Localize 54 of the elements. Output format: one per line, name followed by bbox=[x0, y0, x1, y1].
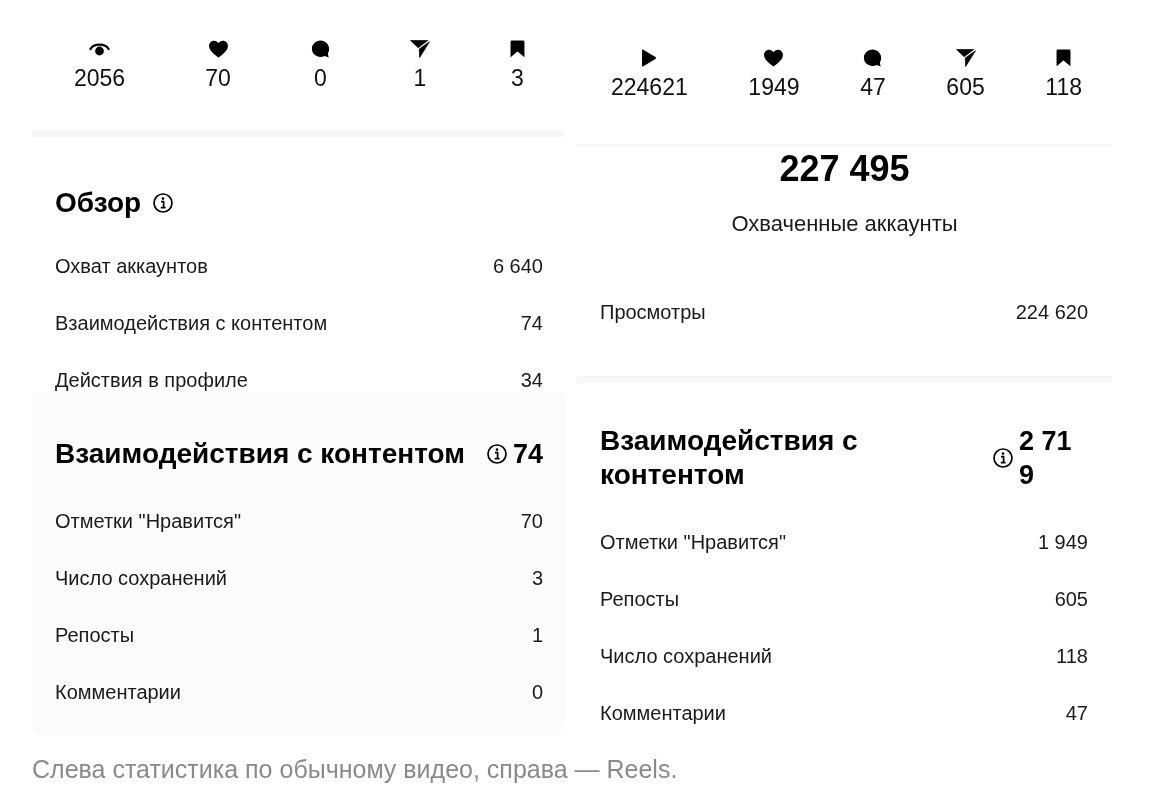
row-value: 3 bbox=[531, 566, 543, 590]
section-total: 2 719 bbox=[1019, 425, 1073, 492]
bookmark-icon bbox=[1056, 49, 1072, 67]
stat-value: 1949 bbox=[748, 74, 800, 100]
row-value: 34 bbox=[520, 368, 543, 392]
speech-bubble-icon bbox=[310, 40, 330, 58]
row-value: 6 640 bbox=[492, 254, 543, 278]
row-label: Комментарии bbox=[55, 680, 181, 704]
speech-bubble-icon bbox=[863, 49, 883, 67]
stat-value: 224621 bbox=[611, 74, 688, 100]
section-title: Взаимодействия с контентом bbox=[600, 424, 859, 492]
stat-value: 70 bbox=[205, 65, 231, 91]
row-label: Просмотры bbox=[600, 300, 706, 324]
row-value: 605 bbox=[1054, 587, 1088, 611]
row-label: Число сохранений bbox=[600, 644, 772, 668]
section-title: Взаимодействия с контентом bbox=[55, 437, 467, 471]
section-title: Обзор bbox=[55, 187, 142, 219]
stat-value: 0 bbox=[313, 65, 327, 91]
stat-value: 118 bbox=[1045, 74, 1082, 100]
info-icon[interactable] bbox=[153, 193, 174, 213]
stat-value: 3 bbox=[511, 65, 524, 91]
row-value: 1 bbox=[531, 623, 543, 647]
row-label: Действия в профиле bbox=[55, 368, 248, 392]
row-value: 118 bbox=[1056, 644, 1088, 668]
stat-value: 605 bbox=[946, 74, 985, 100]
heart-icon bbox=[207, 40, 229, 58]
row-label: Комментарии bbox=[600, 701, 726, 725]
row-value: 47 bbox=[1065, 701, 1088, 725]
row-value: 1 949 bbox=[1037, 530, 1088, 554]
paper-plane-icon bbox=[409, 40, 430, 58]
play-icon bbox=[641, 49, 658, 67]
stat-value: 1 bbox=[413, 65, 427, 91]
info-icon[interactable] bbox=[486, 444, 507, 464]
row-label: Число сохранений bbox=[55, 566, 227, 590]
bookmark-icon bbox=[509, 40, 525, 58]
headline-value: 227 495 bbox=[779, 149, 910, 189]
info-icon[interactable] bbox=[993, 448, 1013, 468]
row-value: 224 620 bbox=[1015, 300, 1088, 324]
row-value: 0 bbox=[531, 680, 543, 704]
row-label: Взаимодействия с контентом bbox=[55, 311, 328, 335]
row-label: Репосты bbox=[600, 587, 680, 611]
row-label: Отметки "Нравится" bbox=[600, 530, 786, 554]
stat-value: 2056 bbox=[74, 65, 126, 91]
stat-value: 47 bbox=[860, 74, 886, 100]
row-label: Охват аккаунтов bbox=[55, 254, 208, 278]
paper-plane-icon bbox=[955, 49, 976, 67]
row-label: Репосты bbox=[55, 623, 135, 647]
headline-label: Охваченные аккаунты bbox=[731, 211, 958, 237]
row-value: 70 bbox=[520, 509, 543, 533]
row-label: Отметки "Нравится" bbox=[55, 509, 241, 533]
heart-icon bbox=[763, 49, 785, 67]
caption: Слева статистика по обычному видео, справа — Reels. bbox=[32, 755, 679, 783]
section-total: 74 bbox=[512, 438, 543, 471]
row-value: 74 bbox=[520, 311, 543, 335]
